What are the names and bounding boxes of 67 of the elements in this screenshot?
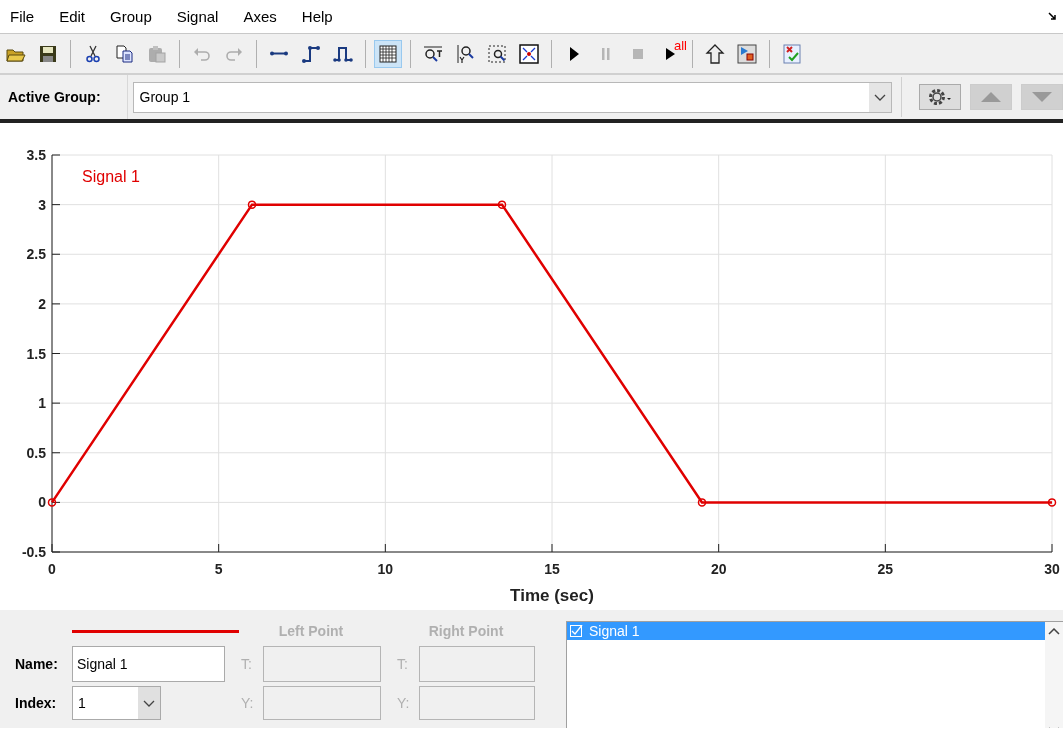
checklist-icon <box>782 43 802 64</box>
axis-tick-label: 20 <box>710 561 727 577</box>
field-label: Index: <box>15 695 58 711</box>
field-label: Name: <box>15 656 59 672</box>
name-field[interactable]: Signal 1 <box>72 646 225 682</box>
axis-tick-label: 1 <box>38 395 46 412</box>
diagonal-arrow-icon <box>1048 12 1057 21</box>
menu-item[interactable]: Group <box>110 8 165 25</box>
line-segment-icon <box>269 51 289 56</box>
axis-tick-label: 0.5 <box>26 444 46 461</box>
axis-tick-label: 25 <box>877 561 894 577</box>
axis-title: Time (sec) <box>510 586 594 605</box>
menu-item[interactable]: Help <box>301 8 346 25</box>
block-icon <box>737 43 757 64</box>
chevron-up-icon <box>1048 628 1060 635</box>
field-label: Y: <box>397 695 411 711</box>
scissors-icon <box>83 43 103 64</box>
axis-tick-label: 3 <box>38 196 46 213</box>
active-group-label: Active Group: <box>0 75 128 119</box>
axis-tick-label: -0.5 <box>21 544 46 560</box>
settings-icon <box>927 87 954 107</box>
menu-item[interactable]: Edit <box>59 8 99 25</box>
run-all-button[interactable]: all <box>656 39 684 68</box>
magnifier-icon <box>487 43 507 64</box>
field-label: T: <box>397 656 409 672</box>
copy-icon <box>115 43 135 64</box>
grid-icon <box>378 43 398 64</box>
menu-item[interactable]: Signal <box>176 8 232 25</box>
scrollbar[interactable] <box>1045 622 1063 728</box>
axis-tick-label: 2 <box>38 295 46 312</box>
triangle-down-icon <box>1032 92 1053 102</box>
axis-tick-label: 15 <box>544 561 560 577</box>
axis-tick-label: 2.5 <box>26 246 46 263</box>
magnifier-icon <box>455 43 475 64</box>
data-point-marker[interactable] <box>497 200 507 209</box>
axis-tick-label: 5 <box>214 561 223 577</box>
point-heading: Right Point <box>427 623 505 639</box>
triangle-up-icon <box>981 92 1002 102</box>
menu-item[interactable]: Axes <box>243 8 290 25</box>
data-point-marker[interactable] <box>697 498 707 507</box>
index-dropdown[interactable]: 1 <box>72 686 161 720</box>
grid-button[interactable] <box>374 39 402 68</box>
chevron-down-icon <box>143 699 155 707</box>
field-label: Y: <box>241 695 255 711</box>
axis-tick-label: 10 <box>377 561 394 577</box>
menu-item[interactable]: File <box>10 8 48 25</box>
point-heading: Left Point <box>277 623 345 639</box>
chevron-down-icon <box>874 93 887 101</box>
fit-to-view-icon <box>519 43 539 64</box>
clipboard-icon <box>147 43 167 64</box>
axis-tick-label: 30 <box>1044 561 1060 577</box>
up-arrow-icon <box>705 43 725 64</box>
play-icon <box>665 47 675 60</box>
axis-tick-label: 0 <box>48 561 56 577</box>
axis-tick-label: 0 <box>38 494 46 511</box>
step-icon <box>301 43 321 64</box>
save-icon <box>38 43 58 64</box>
data-point-marker[interactable] <box>47 498 57 507</box>
data-point-marker[interactable] <box>1047 498 1057 507</box>
field-label: T: <box>241 656 253 672</box>
data-point-marker[interactable] <box>247 200 257 209</box>
axis-tick-label: 3.5 <box>26 147 46 163</box>
group-dropdown[interactable]: Group 1 <box>132 81 893 113</box>
settings-button[interactable] <box>919 84 962 110</box>
magnifier-icon <box>423 43 443 64</box>
axis-tick-label: 1.5 <box>26 345 46 362</box>
legend-label: Signal 1 <box>82 168 140 185</box>
